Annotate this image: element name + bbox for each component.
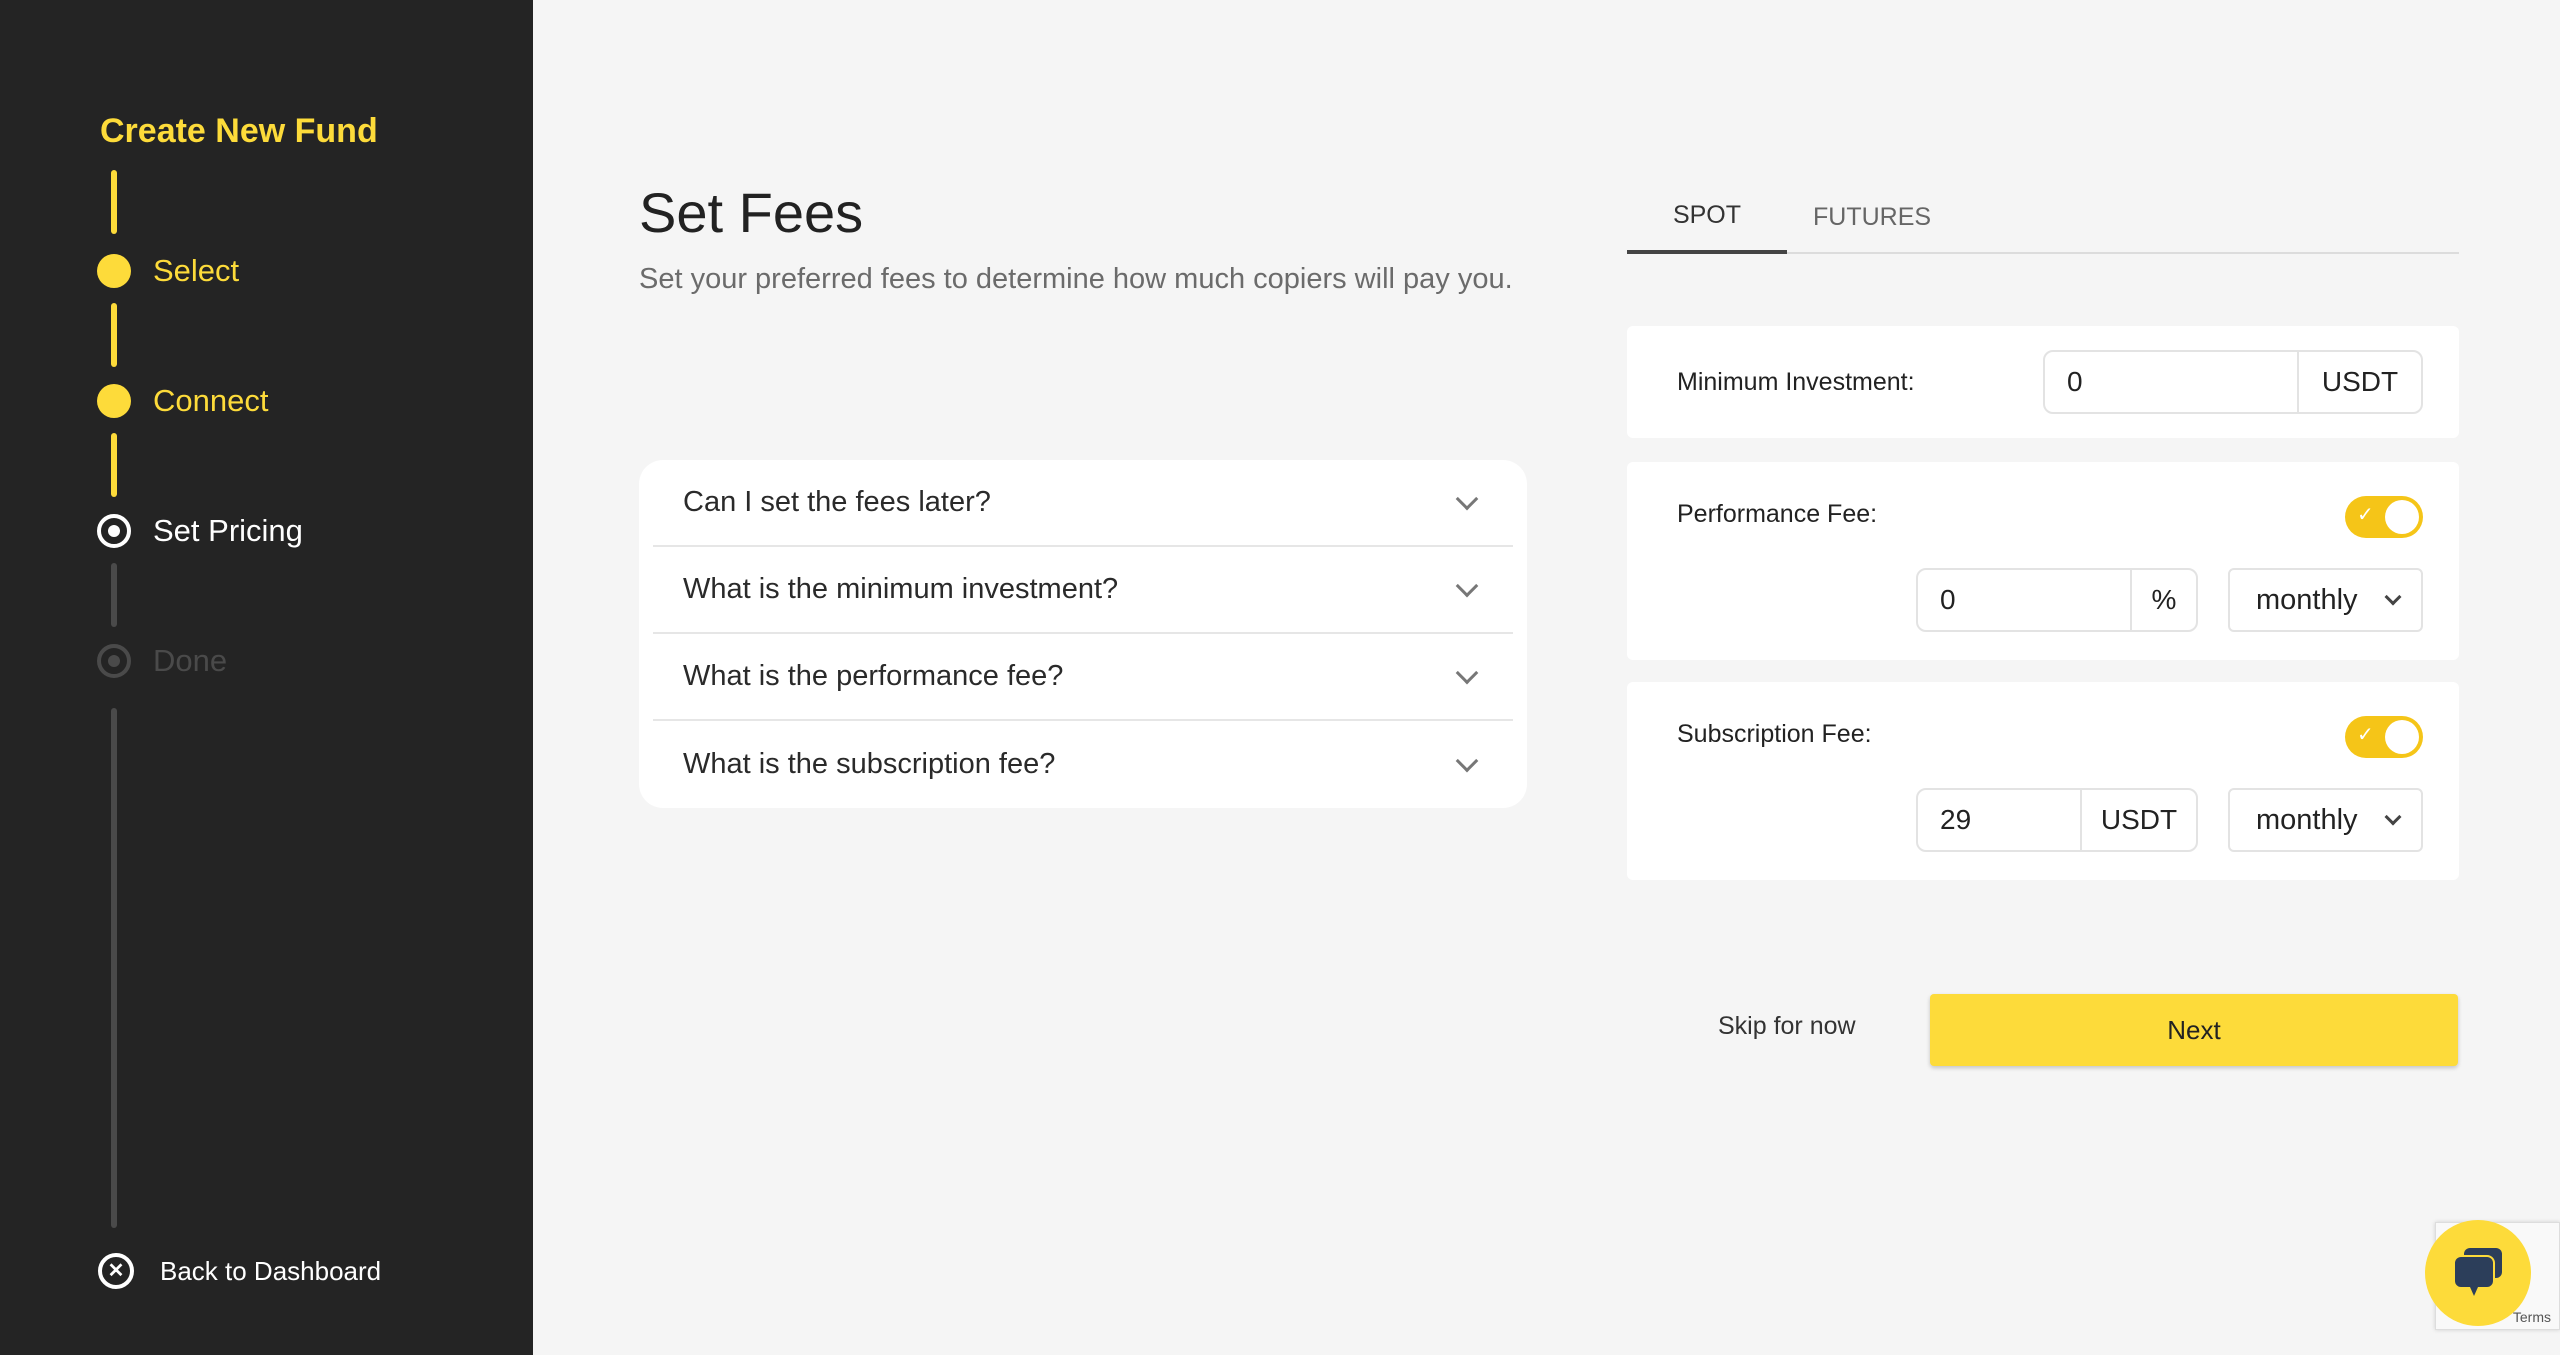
subscription-fee-card: Subscription Fee: ✓ 29 USDT monthly — [1627, 682, 2459, 880]
step-completed-icon — [97, 384, 131, 418]
recaptcha-terms-link[interactable]: Terms — [2513, 1309, 2551, 1325]
performance-fee-card: Performance Fee: ✓ 0 % monthly — [1627, 462, 2459, 660]
toggle-knob — [2385, 720, 2419, 754]
step-pending-icon — [97, 644, 131, 678]
faq-question: What is the subscription fee? — [683, 748, 1056, 780]
performance-fee-field[interactable]: 0 % — [1916, 568, 2198, 632]
step-connector — [111, 303, 117, 367]
step-set-pricing: Set Pricing — [97, 513, 303, 549]
tab-spot[interactable]: SPOT — [1627, 180, 1787, 254]
step-connect: Connect — [97, 383, 268, 419]
chevron-down-icon — [2384, 588, 2402, 606]
chevron-down-icon — [1455, 661, 1479, 684]
sidebar: Create New Fund Select Connect Set Prici… — [0, 0, 533, 1355]
faq-question: What is the performance fee? — [683, 660, 1064, 692]
check-icon: ✓ — [2357, 724, 2374, 746]
toggle-knob — [2385, 500, 2419, 534]
performance-fee-label: Performance Fee: — [1677, 500, 1878, 528]
back-to-dashboard-link[interactable]: ✕ Back to Dashboard — [98, 1253, 381, 1289]
step-done: Done — [97, 643, 227, 679]
chevron-down-icon — [1455, 487, 1479, 510]
chevron-down-icon — [1455, 749, 1479, 772]
subscription-fee-toggle[interactable]: ✓ — [2345, 716, 2423, 758]
step-label: Set Pricing — [153, 513, 303, 548]
minimum-investment-unit: USDT — [2297, 352, 2421, 412]
faq-question: Can I set the fees later? — [683, 486, 991, 518]
chat-bubbles-icon — [2453, 1248, 2502, 1296]
skip-button[interactable]: Skip for now — [1718, 1012, 1856, 1041]
subscription-fee-period-select[interactable]: monthly — [2228, 788, 2423, 852]
faq-item[interactable]: What is the minimum investment? — [653, 547, 1513, 634]
performance-fee-period-value: monthly — [2256, 583, 2358, 616]
performance-fee-unit: % — [2130, 570, 2196, 630]
subscription-fee-label: Subscription Fee: — [1677, 720, 1872, 748]
performance-fee-period-select[interactable]: monthly — [2228, 568, 2423, 632]
page-subtitle: Set your preferred fees to determine how… — [639, 263, 1513, 295]
performance-fee-toggle[interactable]: ✓ — [2345, 496, 2423, 538]
check-icon: ✓ — [2357, 504, 2374, 526]
back-to-dashboard-label: Back to Dashboard — [160, 1255, 382, 1286]
faq-question: What is the minimum investment? — [683, 573, 1119, 605]
subscription-fee-unit: USDT — [2080, 790, 2196, 850]
subscription-fee-input[interactable]: 29 — [1918, 790, 2080, 850]
faq-accordion: Can I set the fees later? What is the mi… — [639, 460, 1527, 808]
chevron-down-icon — [2384, 808, 2402, 826]
chevron-down-icon — [1455, 574, 1479, 597]
faq-item[interactable]: What is the subscription fee? — [653, 721, 1513, 808]
subscription-fee-period-value: monthly — [2256, 803, 2358, 836]
step-connector — [111, 708, 117, 1228]
minimum-investment-field[interactable]: 0 USDT — [2043, 350, 2423, 414]
chat-launcher-button[interactable] — [2425, 1220, 2531, 1326]
minimum-investment-label: Minimum Investment: — [1677, 368, 1915, 396]
step-completed-icon — [97, 254, 131, 288]
sidebar-title: Create New Fund — [100, 112, 378, 150]
step-active-icon — [97, 514, 131, 548]
step-label: Select — [153, 253, 240, 288]
step-label: Connect — [153, 383, 269, 418]
step-label: Done — [153, 643, 228, 678]
faq-item[interactable]: What is the performance fee? — [653, 634, 1513, 721]
step-connector — [111, 563, 117, 627]
minimum-investment-card: Minimum Investment: 0 USDT — [1627, 326, 2459, 438]
minimum-investment-input[interactable]: 0 — [2045, 352, 2297, 412]
market-tabs: SPOT FUTURES — [1627, 180, 2459, 254]
step-connector — [111, 433, 117, 497]
step-select: Select — [97, 253, 239, 289]
close-circle-icon: ✕ — [98, 1253, 134, 1289]
tab-futures[interactable]: FUTURES — [1787, 180, 1957, 254]
next-button[interactable]: Next — [1930, 994, 2458, 1066]
faq-item[interactable]: Can I set the fees later? — [653, 460, 1513, 547]
performance-fee-input[interactable]: 0 — [1918, 570, 2130, 630]
page-title: Set Fees — [639, 181, 864, 244]
subscription-fee-field[interactable]: 29 USDT — [1916, 788, 2198, 852]
step-connector — [111, 170, 117, 234]
